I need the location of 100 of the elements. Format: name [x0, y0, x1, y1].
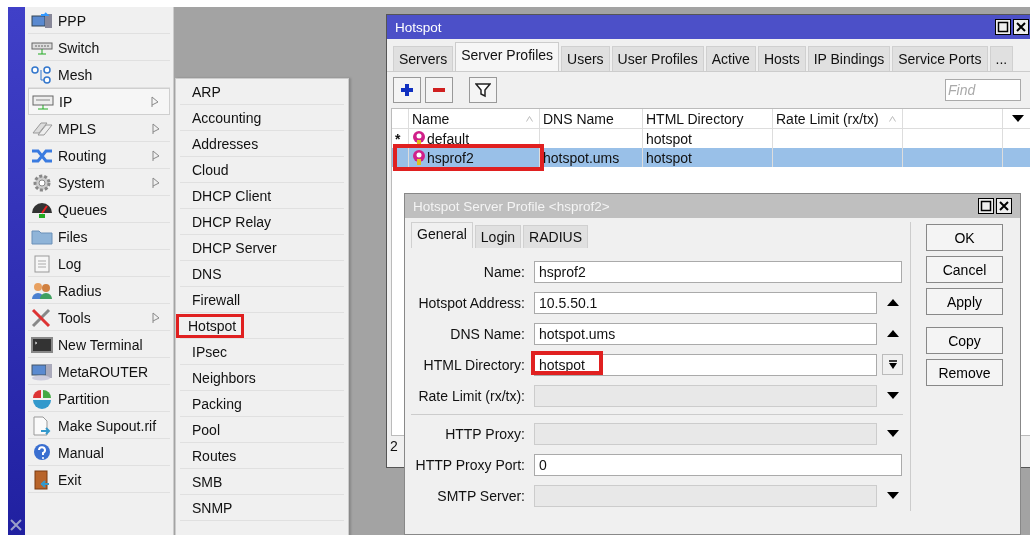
submenu-item[interactable]: DHCP Client — [180, 183, 280, 208]
tab[interactable]: IP Bindings — [807, 46, 891, 71]
menu-item[interactable]: System — [28, 169, 170, 196]
menu-item[interactable]: Radius — [28, 277, 170, 304]
table-cell: hotspot.ums — [543, 149, 620, 166]
menu-item[interactable]: Exit — [28, 466, 170, 493]
menu-item[interactable]: Partition — [28, 385, 170, 412]
submenu-item[interactable]: DHCP Server — [180, 235, 285, 260]
default-label: * — [395, 130, 401, 147]
submenu-item[interactable]: Cloud — [180, 157, 237, 182]
maximize-icon[interactable] — [995, 19, 1011, 35]
column-header[interactable]: Name — [409, 109, 540, 128]
table-cell: hsprof2 — [427, 149, 474, 166]
field-label: SMTP Server: — [436, 487, 526, 504]
submenu-item[interactable]: ARP — [180, 79, 229, 104]
table-cell: hotspot — [646, 149, 692, 166]
menu-item[interactable]: Files — [28, 223, 170, 250]
tab[interactable]: ... — [989, 46, 1014, 71]
find-field[interactable]: Find — [945, 79, 1021, 101]
door-icon — [33, 469, 51, 490]
dialog-button[interactable]: Remove — [926, 359, 1003, 386]
tab[interactable]: Login — [474, 225, 522, 248]
filter-icon — [475, 82, 491, 98]
submenu-item[interactable]: SMB — [180, 469, 231, 494]
menu-item[interactable]: Tools — [28, 304, 170, 331]
menu-item[interactable]: Manual — [28, 439, 170, 466]
maximize-icon[interactable] — [978, 198, 994, 214]
input-field[interactable]: 10.5.50.1 — [534, 291, 877, 314]
submenu-item[interactable]: Firewall — [180, 287, 249, 312]
monitor-icon — [31, 11, 53, 30]
collapse-icon[interactable] — [887, 330, 899, 337]
tab[interactable]: Hosts — [757, 46, 806, 71]
status-text: 2 — [390, 438, 398, 454]
expand-icon — [887, 359, 898, 370]
close-icon[interactable] — [1013, 19, 1029, 35]
field-label: Rate Limit (rx/tx): — [417, 387, 526, 404]
menu-item[interactable]: Routing — [28, 142, 170, 169]
dialog-button[interactable]: Cancel — [926, 256, 1003, 283]
table-cell: hotspot — [646, 130, 692, 147]
input-field[interactable]: hsprof2 — [534, 260, 902, 283]
input-field[interactable]: hotspot — [534, 353, 877, 376]
window-title: Hotspot — [395, 19, 442, 35]
submenu-item[interactable]: Neighbors — [180, 365, 264, 390]
tab[interactable]: Users — [561, 46, 610, 71]
tab[interactable]: Service Ports — [892, 46, 988, 71]
column-header[interactable]: HTML Directory — [643, 109, 773, 128]
field-label: HTTP Proxy Port: — [414, 456, 526, 473]
dialog-button[interactable]: Apply — [926, 288, 1003, 315]
submenu-item[interactable]: DNS — [180, 261, 230, 286]
expand-button[interactable] — [882, 354, 903, 375]
menu-item[interactable]: MetaROUTER — [28, 358, 170, 385]
folder-icon — [31, 228, 53, 245]
computer-icon — [31, 362, 53, 381]
mesh-icon — [31, 65, 53, 84]
dialog-button[interactable]: OK — [926, 224, 1003, 251]
submenu-item[interactable]: Routes — [180, 443, 245, 468]
menu-item[interactable]: New Terminal — [28, 331, 170, 358]
tab[interactable]: RADIUS — [523, 225, 588, 248]
submenu-item[interactable]: Hotspot — [176, 313, 245, 338]
dialog-button[interactable]: Copy — [926, 327, 1003, 354]
profile-icon — [412, 150, 426, 165]
input-field[interactable]: 0 — [534, 453, 902, 476]
submenu-item[interactable]: Packing — [180, 391, 250, 416]
menu-item[interactable]: Switch — [28, 34, 170, 61]
network-card-icon — [32, 93, 54, 110]
menu-item[interactable]: PPP — [28, 7, 170, 34]
field-label: Name: — [482, 263, 526, 280]
submenu-item[interactable]: SNMP — [180, 495, 241, 520]
menu-item[interactable]: Queues — [28, 196, 170, 223]
dropdown-icon[interactable] — [1012, 115, 1024, 122]
menu-item[interactable]: IP — [28, 88, 170, 115]
terminal-icon — [31, 336, 53, 353]
users-icon — [31, 281, 53, 300]
close-icon[interactable] — [996, 198, 1012, 214]
menu-item[interactable]: Make Supout.rif — [28, 412, 170, 439]
remove-button[interactable] — [425, 77, 453, 103]
filter-button[interactable] — [469, 77, 497, 103]
help-icon — [32, 442, 52, 463]
table-cell: default — [427, 130, 470, 147]
pie-chart-icon — [32, 388, 52, 409]
menu-item[interactable]: Log — [28, 250, 170, 277]
submenu-item[interactable]: Addresses — [180, 131, 267, 156]
tab[interactable]: General — [411, 222, 473, 248]
submenu-item[interactable]: Accounting — [180, 105, 270, 130]
switch-icon — [31, 40, 53, 55]
profile-icon — [412, 131, 426, 146]
column-header[interactable]: Rate Limit (rx/tx) — [773, 109, 903, 128]
tab[interactable]: Active — [705, 46, 756, 71]
gear-icon — [32, 172, 52, 193]
submenu-item[interactable]: IPsec — [180, 339, 235, 364]
submenu-item[interactable]: Pool — [180, 417, 229, 442]
tab[interactable]: Servers — [393, 46, 454, 71]
collapse-icon[interactable] — [887, 299, 899, 306]
menu-item[interactable]: MPLS — [28, 115, 170, 142]
tab[interactable]: Server Profiles — [455, 42, 560, 71]
tab[interactable]: User Profiles — [611, 46, 704, 71]
submenu-item[interactable]: DHCP Relay — [180, 209, 280, 234]
input-field[interactable]: hotspot.ums — [534, 322, 877, 345]
column-header[interactable]: DNS Name — [540, 109, 643, 128]
add-button[interactable] — [393, 77, 421, 103]
